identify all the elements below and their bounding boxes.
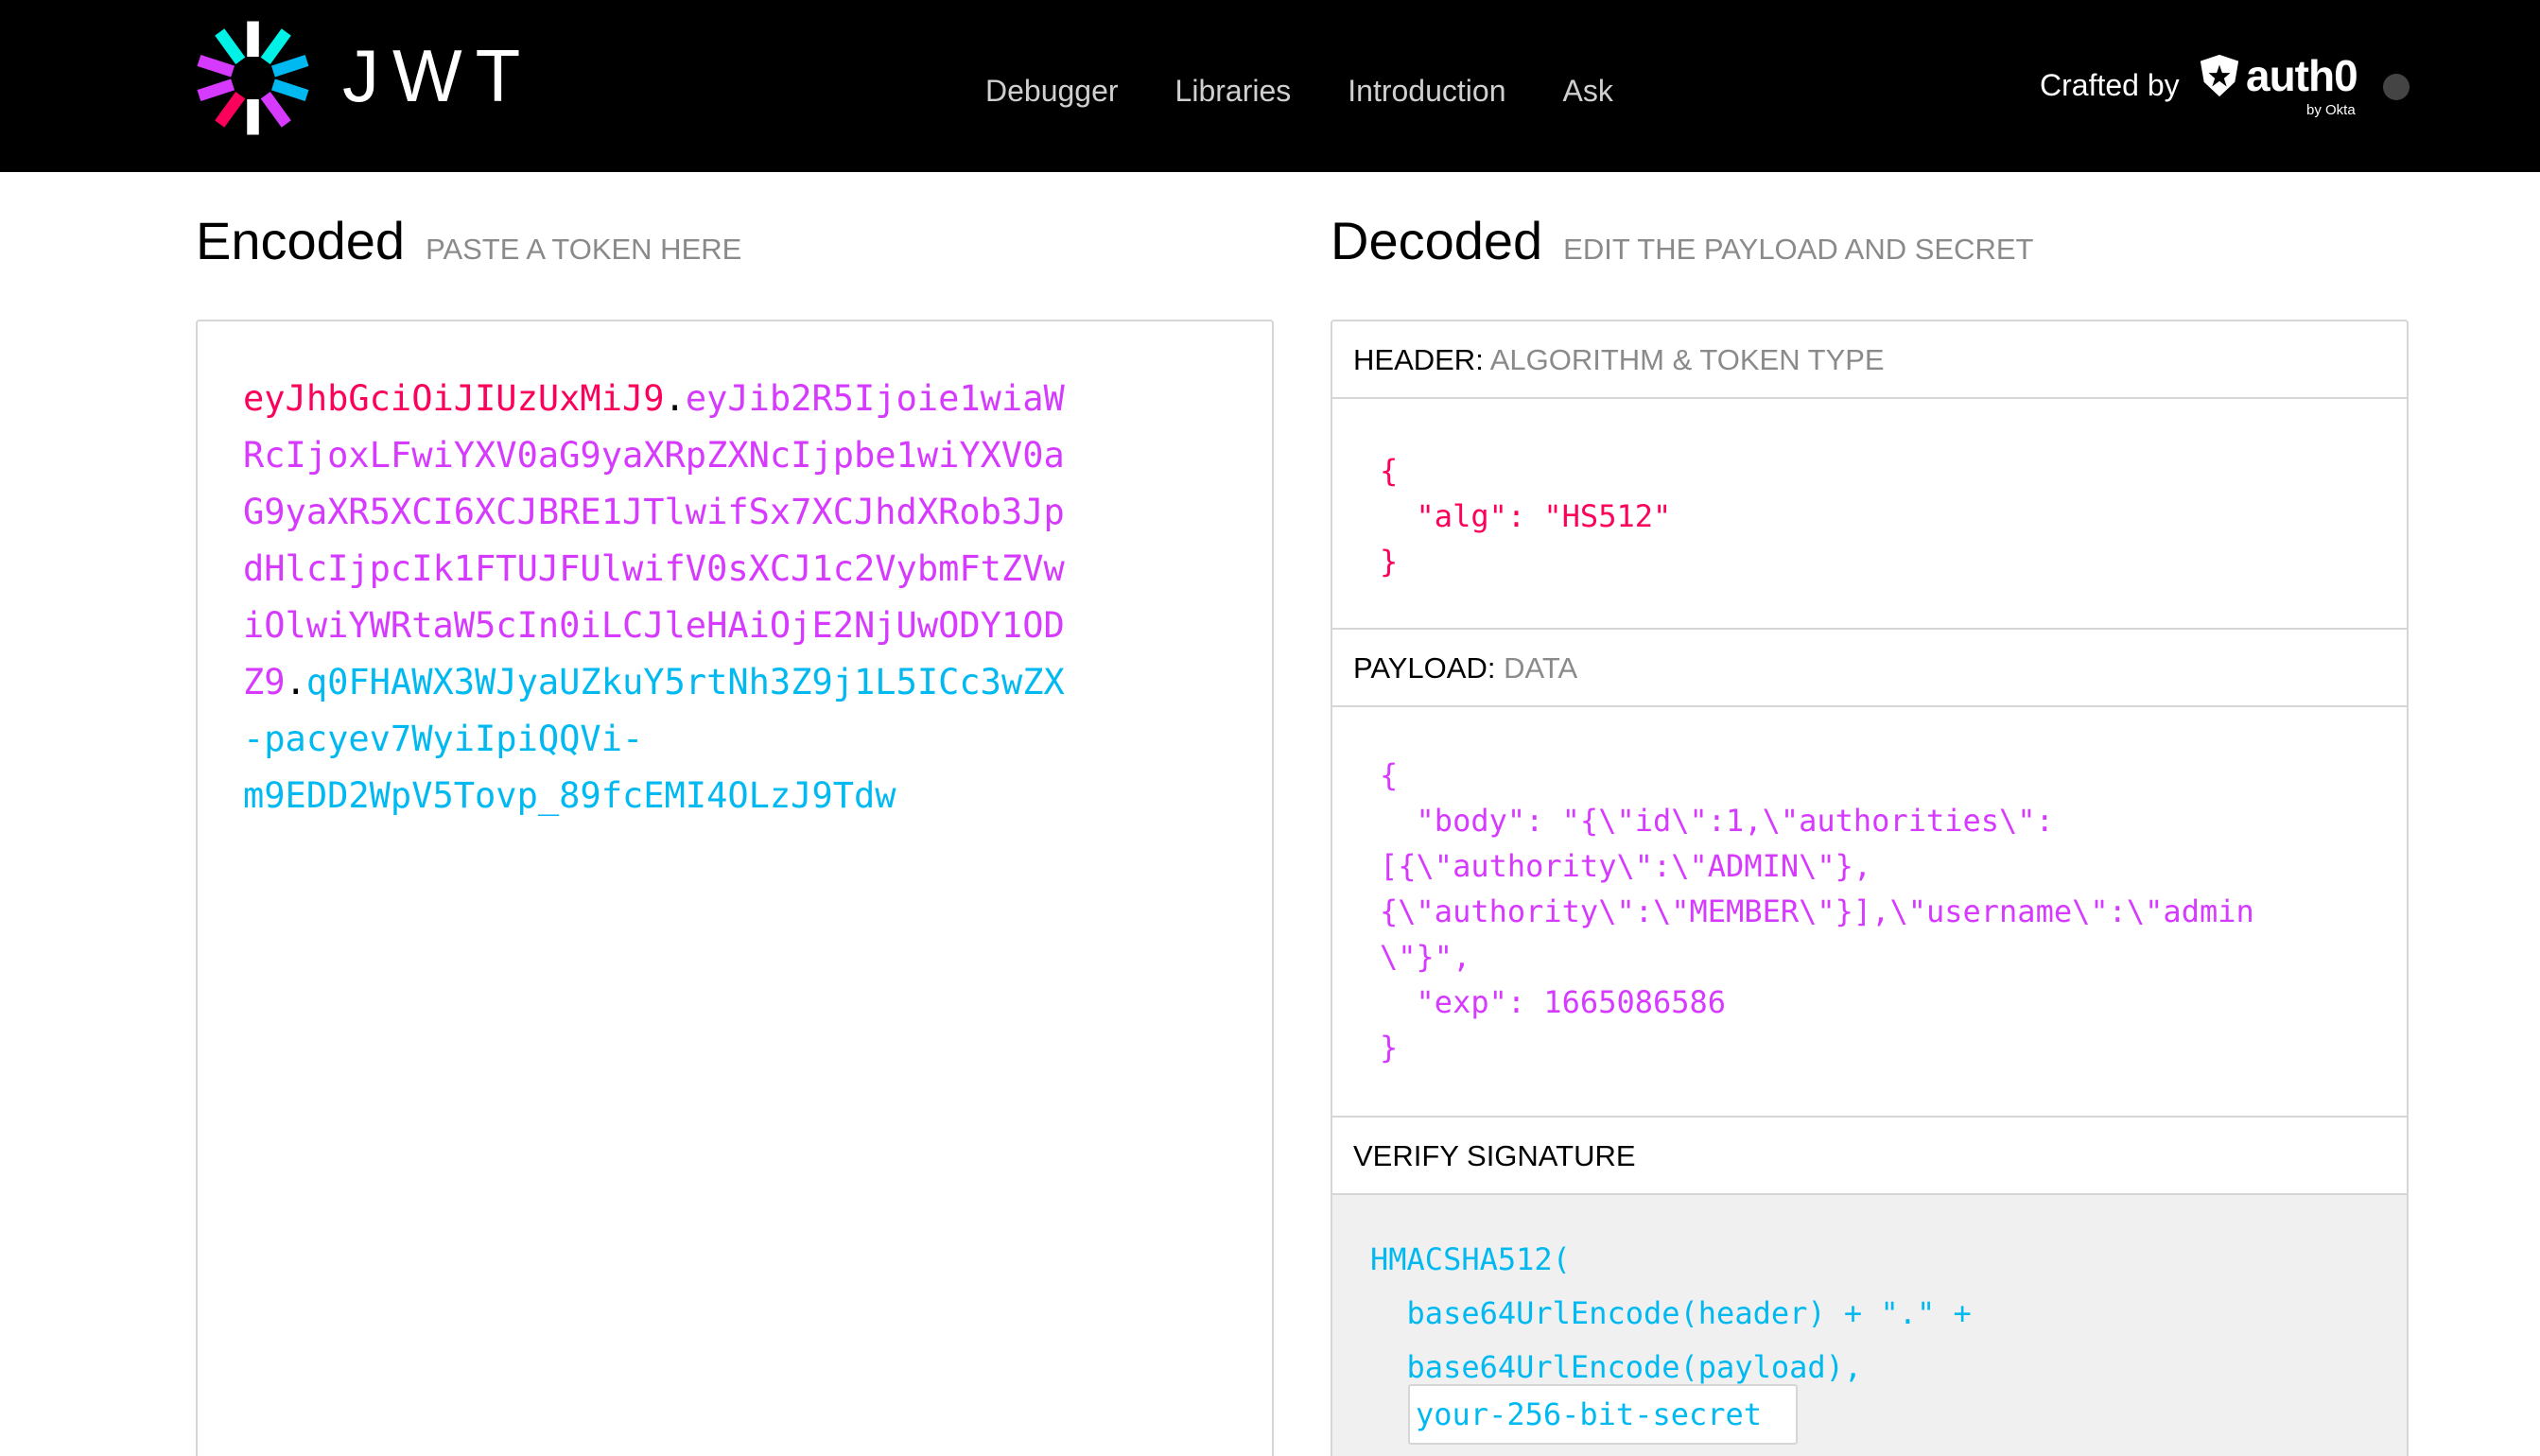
- verify-signature-body: HMACSHA512( base64UrlEncode(header) + ".…: [1332, 1195, 2407, 1456]
- main-nav: Debugger Libraries Introduction Ask: [985, 68, 1670, 113]
- secret-input[interactable]: your-256-bit-secret: [1408, 1384, 1798, 1445]
- token-signature-part: m9EDD2WpV5Tovp_89fcEMI4OLzJ9Tdw: [243, 775, 896, 816]
- decoded-panel: HEADER: ALGORITHM & TOKEN TYPE { "alg": …: [1331, 320, 2409, 1456]
- token-signature-part: -pacyev7WyiIpiQQVi-: [243, 719, 644, 759]
- payload-section-label: PAYLOAD:: [1353, 651, 1496, 685]
- decoded-title: Decoded: [1331, 211, 1543, 270]
- crafted-by-label: Crafted by: [2040, 68, 2180, 102]
- header-section-sub: ALGORITHM & TOKEN TYPE: [1489, 343, 1885, 376]
- token-line: Z9.q0FHAWX3WJyaUZkuY5rtNh3Z9j1L5ICc3wZX: [243, 654, 1245, 711]
- token-line: dHlcIjpcIk1FTUJFUlwifV0sXCJ1c2VybmFtZVw: [243, 541, 1245, 598]
- token-line: -pacyev7WyiIpiQQVi-: [243, 711, 1245, 768]
- token-signature-part: q0FHAWX3WJyaUZkuY5rtNh3Z9j1L5ICc3wZX: [305, 662, 1065, 702]
- token-payload-part: eyJib2R5Ijoie1wiaW: [685, 378, 1065, 419]
- token-dot: .: [285, 662, 306, 702]
- encoded-subtitle: PASTE A TOKEN HERE: [426, 233, 742, 266]
- auth0-by-okta: by Okta: [2306, 102, 2356, 118]
- jwt-wordmark: JWT: [342, 43, 533, 109]
- encoded-token-editor[interactable]: eyJhbGciOiJIUzUxMiJ9.eyJib2R5Ijoie1wiaW R…: [196, 320, 1274, 1456]
- nav-libraries[interactable]: Libraries: [1175, 68, 1292, 113]
- jwt-logo-icon[interactable]: [194, 19, 312, 137]
- token-line: G9yaXR5XCI6XCJBRE1JTlwifSx7XCJhdXRob3Jp: [243, 484, 1245, 541]
- token-payload-part: iOlwiYWRtaW5cIn0iLCJleHAiOjE2NjUwODY1OD: [243, 605, 1065, 646]
- verify-signature-code: HMACSHA512( base64UrlEncode(header) + ".…: [1370, 1241, 1972, 1385]
- decoded-subtitle: EDIT THE PAYLOAD AND SECRET: [1563, 233, 2034, 266]
- token-payload-part: RcIjoxLFwiYXV0aG9yaXRpZXNcIjpbe1wiYXV0a: [243, 435, 1065, 476]
- nav-debugger[interactable]: Debugger: [985, 68, 1119, 113]
- payload-section-title: PAYLOAD: DATA: [1332, 630, 2407, 707]
- verify-section-label: VERIFY SIGNATURE: [1353, 1139, 1636, 1172]
- nav-ask[interactable]: Ask: [1562, 68, 1612, 113]
- token-payload-part: G9yaXR5XCI6XCJBRE1JTlwifSx7XCJhdXRob3Jp: [243, 492, 1065, 532]
- header-json-editor[interactable]: { "alg": "HS512" }: [1380, 448, 1671, 584]
- token-line: eyJhbGciOiJIUzUxMiJ9.eyJib2R5Ijoie1wiaW: [243, 371, 1245, 427]
- token-header-part: eyJhbGciOiJIUzUxMiJ9: [243, 378, 665, 419]
- token-line: RcIjoxLFwiYXV0aG9yaXRpZXNcIjpbe1wiYXV0a: [243, 427, 1245, 484]
- auth0-logo[interactable]: auth0 by Okta: [2197, 49, 2367, 125]
- encoded-token-text[interactable]: eyJhbGciOiJIUzUxMiJ9.eyJib2R5Ijoie1wiaW R…: [243, 371, 1245, 824]
- token-line: m9EDD2WpV5Tovp_89fcEMI4OLzJ9Tdw: [243, 768, 1245, 824]
- svg-text:JWT: JWT: [342, 43, 533, 109]
- header-section-label: HEADER:: [1353, 343, 1484, 376]
- token-payload-part: Z9: [243, 662, 286, 702]
- nav-introduction[interactable]: Introduction: [1348, 68, 1505, 113]
- top-navigation-bar: JWT Debugger Libraries Introduction Ask …: [0, 0, 2540, 172]
- decoded-heading: Decoded EDIT THE PAYLOAD AND SECRET: [1331, 210, 2033, 271]
- payload-json-editor[interactable]: { "body": "{\"id\":1,\"authorities\": [{…: [1380, 753, 2254, 1070]
- payload-section-sub: DATA: [1504, 651, 1578, 685]
- auth0-wordmark: auth0: [2246, 51, 2358, 100]
- token-payload-part: dHlcIjpcIk1FTUJFUlwifV0sXCJ1c2VybmFtZVw: [243, 548, 1065, 589]
- header-section-title: HEADER: ALGORITHM & TOKEN TYPE: [1332, 321, 2407, 399]
- encoded-heading: Encoded PASTE A TOKEN HERE: [196, 210, 741, 271]
- verify-section-title: VERIFY SIGNATURE: [1332, 1118, 2407, 1195]
- encoded-title: Encoded: [196, 211, 406, 270]
- token-dot: .: [664, 378, 686, 419]
- theme-toggle-icon[interactable]: [2383, 74, 2410, 100]
- token-line: iOlwiYWRtaW5cIn0iLCJleHAiOjE2NjUwODY1OD: [243, 598, 1245, 654]
- auth0-shield-icon: [2200, 54, 2239, 97]
